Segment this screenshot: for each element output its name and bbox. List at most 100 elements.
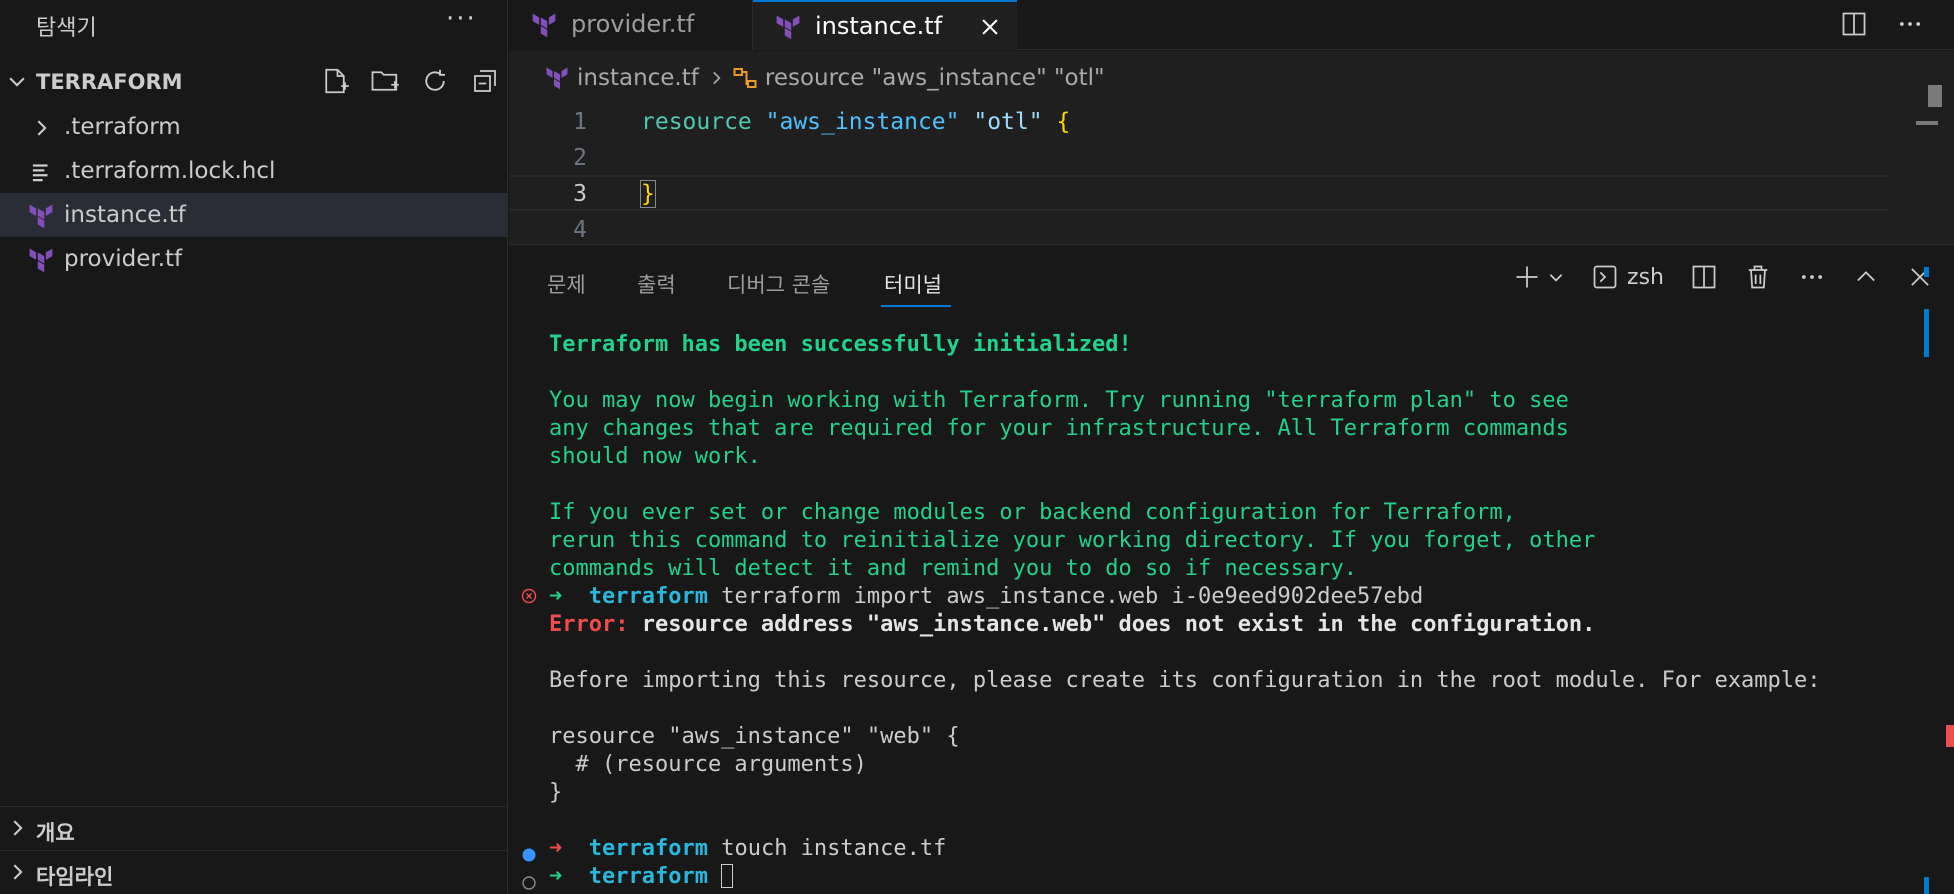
terminal-line: Terraform has been successfully initiali… (549, 332, 1132, 357)
code-line[interactable]: 2 (509, 141, 1889, 177)
editor-tab-bar: provider.tf instance.tf (509, 0, 1954, 50)
terminal-line: commands will detect it and remind you t… (549, 556, 1357, 581)
terminal-selector[interactable]: zsh (1591, 263, 1664, 291)
new-folder-icon[interactable] (370, 66, 400, 96)
tab-label: provider.tf (571, 10, 695, 38)
terraform-icon (546, 67, 568, 90)
terminal-command: terraform import aws_instance.web i-0e9e… (707, 584, 1424, 609)
terraform-icon (532, 13, 556, 38)
tree-item-label: .terraform.lock.hcl (64, 158, 276, 184)
workspace-name: TERRAFORM (36, 70, 183, 94)
scrollbar-marker (1924, 877, 1929, 894)
line-number: 3 (573, 181, 587, 207)
scrollbar-marker (1924, 309, 1929, 357)
error-message: resource address "aws_instance.web" does… (628, 612, 1596, 637)
chevron-down-icon (9, 77, 25, 87)
error-label: Error: (549, 612, 629, 637)
minimap-slider[interactable] (1928, 85, 1942, 107)
tab-problems[interactable]: 문제 (547, 269, 586, 299)
command-decoration-icon[interactable] (521, 847, 537, 863)
code-string: "otl" (959, 109, 1043, 135)
terminal-cursor (721, 864, 734, 888)
terraform-icon (776, 15, 800, 40)
close-icon[interactable] (1906, 263, 1934, 291)
error-marker (1946, 725, 1954, 747)
scrollbar-marker (1924, 267, 1929, 277)
trash-icon[interactable] (1744, 263, 1772, 291)
refresh-icon[interactable] (420, 66, 450, 96)
code-brace: } (640, 180, 656, 208)
terminal-output[interactable]: Terraform has been successfully initiali… (549, 331, 1821, 891)
lines-file-icon (32, 164, 48, 182)
code-brace: { (1042, 109, 1071, 135)
code-line[interactable]: 1 resource "aws_instance" "otl" { (509, 105, 1889, 141)
split-terminal-icon[interactable] (1690, 263, 1718, 291)
terminal-line: If you ever set or change modules or bac… (549, 500, 1516, 525)
add-terminal-icon[interactable] (1513, 263, 1541, 291)
tree-item-label: .terraform (64, 114, 181, 140)
command-decoration-empty-icon[interactable] (521, 875, 537, 891)
terminal-line: any changes that are required for your i… (549, 416, 1569, 441)
error-decoration-icon[interactable] (521, 588, 537, 604)
chevron-right-icon (13, 820, 23, 836)
tab-label: instance.tf (815, 12, 943, 40)
tree-item-instance-tf[interactable]: instance.tf (0, 193, 508, 237)
symbol-structure-icon (733, 68, 757, 88)
tree-item-provider-tf[interactable]: provider.tf (0, 237, 508, 281)
tree-item-terraform-folder[interactable]: .terraform (0, 105, 508, 149)
chevron-right-icon (13, 864, 23, 880)
prompt-directory: terraform (588, 864, 708, 889)
line-number: 2 (573, 145, 587, 171)
scrollbar-marker (1916, 121, 1938, 125)
active-tab-indicator (881, 305, 951, 307)
tree-item-lock-file[interactable]: .terraform.lock.hcl (0, 149, 508, 193)
tab-instance-tf[interactable]: instance.tf (753, 0, 1017, 50)
collapse-all-icon[interactable] (470, 66, 500, 96)
split-editor-icon[interactable] (1840, 10, 1868, 38)
line-number: 4 (573, 217, 587, 243)
terraform-icon (29, 248, 53, 273)
maximize-panel-icon[interactable] (1852, 263, 1880, 291)
breadcrumb-symbol[interactable]: resource "aws_instance" "otl" (765, 65, 1105, 91)
outline-label: 개요 (36, 821, 75, 845)
tab-debug-console[interactable]: 디버그 콘솔 (727, 269, 830, 299)
prompt-arrow-error: ➜ (549, 836, 563, 861)
code-editor[interactable]: instance.tf resource "aws_instance" "otl… (509, 51, 1954, 244)
code-string: "aws_instance" (751, 109, 960, 135)
new-file-icon[interactable] (320, 66, 350, 96)
terminal-line: should now work. (549, 444, 761, 469)
tab-provider-tf[interactable]: provider.tf (509, 0, 753, 50)
tree-item-label: instance.tf (64, 202, 186, 228)
terminal-line: You may now begin working with Terraform… (549, 388, 1569, 413)
terminal-command: touch instance.tf (707, 836, 947, 861)
shell-name: zsh (1627, 264, 1664, 290)
more-actions-icon[interactable] (1896, 10, 1924, 38)
code-keyword: resource (641, 109, 752, 135)
terraform-icon (29, 204, 53, 229)
outline-section-header[interactable]: 개요 (0, 806, 508, 850)
explorer-title: 탐색기 (36, 16, 97, 41)
prompt-arrow: ➜ (549, 584, 563, 609)
terminal-line: resource "aws_instance" "web" { (549, 724, 960, 749)
bottom-panel: 문제 출력 디버그 콘솔 터미널 zsh Terraform has been … (509, 244, 1954, 894)
more-actions-icon[interactable]: ··· (446, 4, 477, 34)
terminal-icon (1593, 265, 1617, 289)
tab-terminal[interactable]: 터미널 (884, 269, 942, 299)
terminal-line: rerun this command to reinitialize your … (549, 528, 1596, 553)
timeline-label: 타임라인 (36, 865, 114, 889)
workspace-section-header[interactable]: TERRAFORM (0, 62, 508, 102)
more-actions-icon[interactable] (1798, 263, 1826, 291)
timeline-section-header[interactable]: 타임라인 (0, 850, 508, 894)
chevron-down-icon[interactable] (1547, 263, 1565, 291)
prompt-directory: terraform (588, 584, 708, 609)
breadcrumb: instance.tf resource "aws_instance" "otl… (545, 65, 1105, 91)
terminal-line: } (549, 780, 563, 805)
chevron-right-icon (37, 120, 47, 136)
chevron-right-icon (713, 71, 721, 85)
explorer-sidebar: 탐색기 ··· TERRAFORM .terraform .terraform.… (0, 0, 508, 894)
breadcrumb-file[interactable]: instance.tf (577, 65, 699, 91)
close-icon[interactable] (979, 16, 1001, 38)
code-line-current[interactable]: 3 } (509, 175, 1889, 211)
tab-output[interactable]: 출력 (637, 269, 676, 299)
prompt-directory: terraform (588, 836, 708, 861)
